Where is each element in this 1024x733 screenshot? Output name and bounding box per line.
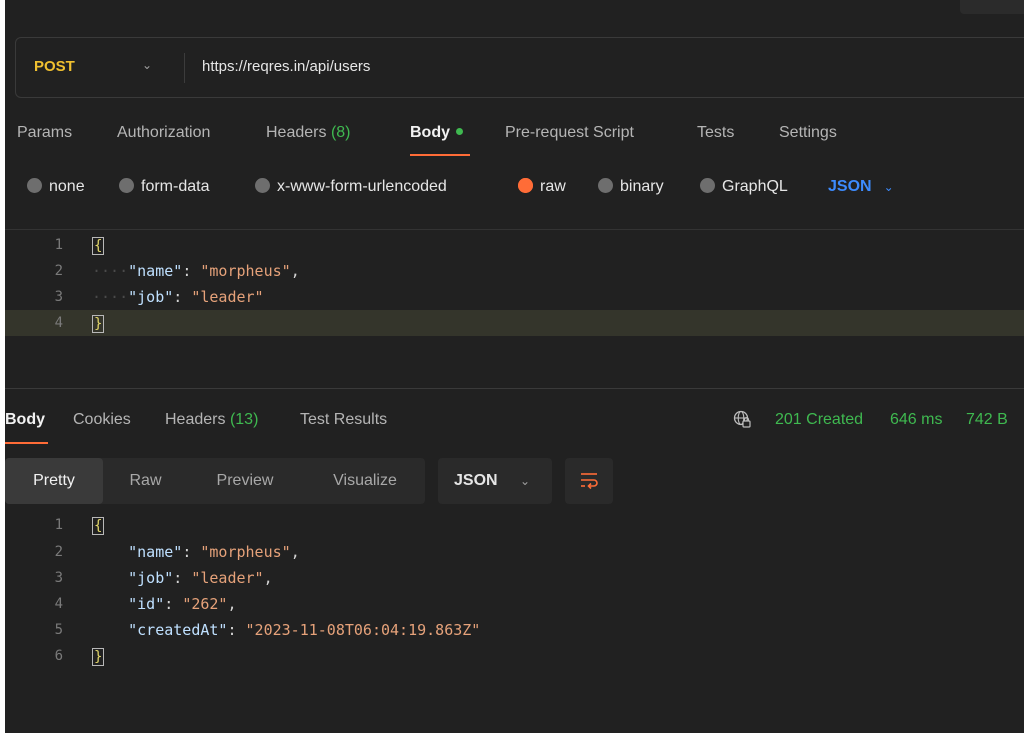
code-line: 4 "id": "262", xyxy=(54,595,237,613)
tab-tests[interactable]: Tests xyxy=(697,124,734,142)
response-time[interactable]: 646 ms xyxy=(890,411,942,429)
active-tab-underline xyxy=(410,154,470,156)
resp-tab-test-results[interactable]: Test Results xyxy=(300,411,387,429)
modified-dot-icon xyxy=(456,128,463,135)
response-body-viewer[interactable]: 1 { 2 "name": "morpheus", 3 "job": "lead… xyxy=(5,512,1024,682)
body-type-options: none form-data x-www-form-urlencoded raw… xyxy=(5,178,1024,200)
code-line: 6 } xyxy=(54,648,105,666)
code-line: 1 { xyxy=(54,237,105,255)
postman-app: POST ⌄ https://reqres.in/api/users Param… xyxy=(5,0,1024,733)
response-format-select[interactable]: JSON ⌄ xyxy=(438,458,552,504)
response-tabs: Body Cookies Headers (13) Test Results 2… xyxy=(5,410,1024,445)
radio-binary[interactable]: binary xyxy=(598,178,664,196)
view-preview[interactable]: Preview xyxy=(195,458,295,504)
brace: { xyxy=(92,237,105,255)
brace: } xyxy=(92,315,105,333)
divider xyxy=(5,229,1024,230)
radio-icon xyxy=(119,178,134,193)
view-raw[interactable]: Raw xyxy=(108,458,183,504)
tab-params[interactable]: Params xyxy=(17,124,72,142)
tab-body[interactable]: Body xyxy=(410,124,463,142)
globe-lock-icon[interactable] xyxy=(733,410,751,428)
status-code[interactable]: 201 Created xyxy=(775,411,863,429)
wrap-lines-button[interactable] xyxy=(565,458,613,504)
radio-none[interactable]: none xyxy=(27,178,85,196)
radio-selected-icon xyxy=(518,178,533,193)
radio-icon xyxy=(598,178,613,193)
url-divider xyxy=(184,53,185,83)
tab-headers[interactable]: Headers (8) xyxy=(266,124,351,142)
chevron-down-icon: ⌄ xyxy=(520,474,531,488)
radio-raw[interactable]: raw xyxy=(518,178,566,196)
request-body-editor[interactable]: 1 { 2 ····"name": "morpheus", 3 ····"job… xyxy=(5,232,1024,382)
radio-icon xyxy=(255,178,270,193)
radio-graphql[interactable]: GraphQL xyxy=(700,178,788,196)
tab-authorization[interactable]: Authorization xyxy=(117,124,210,142)
response-view-bar: Pretty Raw Preview Visualize JSON ⌄ xyxy=(5,458,1024,504)
response-size[interactable]: 742 B xyxy=(966,411,1008,429)
brace: } xyxy=(92,648,105,666)
code-line: 3 "job": "leader", xyxy=(54,569,273,587)
resp-tab-headers[interactable]: Headers (13) xyxy=(165,411,258,429)
radio-icon xyxy=(27,178,42,193)
code-line-current: 4 } xyxy=(5,310,1024,336)
tab-settings[interactable]: Settings xyxy=(779,124,837,142)
active-tab-underline xyxy=(5,442,48,444)
view-pretty[interactable]: Pretty xyxy=(5,458,103,504)
view-visualize[interactable]: Visualize xyxy=(310,458,420,504)
code-line: 2 ····"name": "morpheus", xyxy=(54,262,300,280)
wrap-lines-icon xyxy=(581,473,598,490)
brace: { xyxy=(92,517,105,535)
pane-divider[interactable] xyxy=(5,388,1024,389)
code-line: 3 ····"job": "leader" xyxy=(54,288,264,306)
code-line: 5 "createdAt": "2023-11-08T06:04:19.863Z… xyxy=(54,621,481,639)
chevron-down-icon[interactable]: ⌄ xyxy=(142,58,152,72)
resp-tab-body[interactable]: Body xyxy=(5,411,45,429)
window-corner-tab[interactable] xyxy=(960,0,1024,14)
headers-count: (8) xyxy=(330,124,351,141)
radio-form-data[interactable]: form-data xyxy=(119,178,209,196)
resp-headers-count: (13) xyxy=(229,411,259,428)
radio-icon xyxy=(700,178,715,193)
radio-x-www-form-urlencoded[interactable]: x-www-form-urlencoded xyxy=(255,178,447,196)
method-select[interactable]: POST xyxy=(34,58,75,75)
url-bar: POST ⌄ https://reqres.in/api/users xyxy=(15,37,1024,98)
chevron-down-icon: ⌄ xyxy=(883,180,894,194)
request-tabs: Params Authorization Headers (8) Body Pr… xyxy=(5,124,1024,160)
body-format-select[interactable]: JSON ⌄ xyxy=(828,178,894,196)
resp-tab-cookies[interactable]: Cookies xyxy=(73,411,131,429)
code-line: 2 "name": "morpheus", xyxy=(54,543,300,561)
tab-pre-request-script[interactable]: Pre-request Script xyxy=(505,124,634,142)
view-mode-segment: Pretty Raw Preview Visualize xyxy=(5,458,425,504)
code-line: 1 { xyxy=(54,517,105,535)
url-input[interactable]: https://reqres.in/api/users xyxy=(202,58,370,75)
